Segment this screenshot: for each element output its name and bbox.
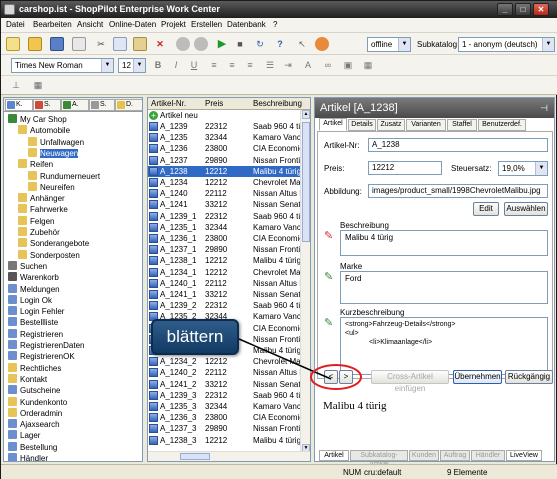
- highlight-ring: [310, 364, 362, 390]
- callout-bubble: blättern: [151, 319, 239, 355]
- callout-pointer-line: [238, 338, 332, 380]
- callout-overlay: [238, 338, 362, 390]
- app-window: carshop.ist - ShopPilot Enterprise Work …: [0, 0, 557, 479]
